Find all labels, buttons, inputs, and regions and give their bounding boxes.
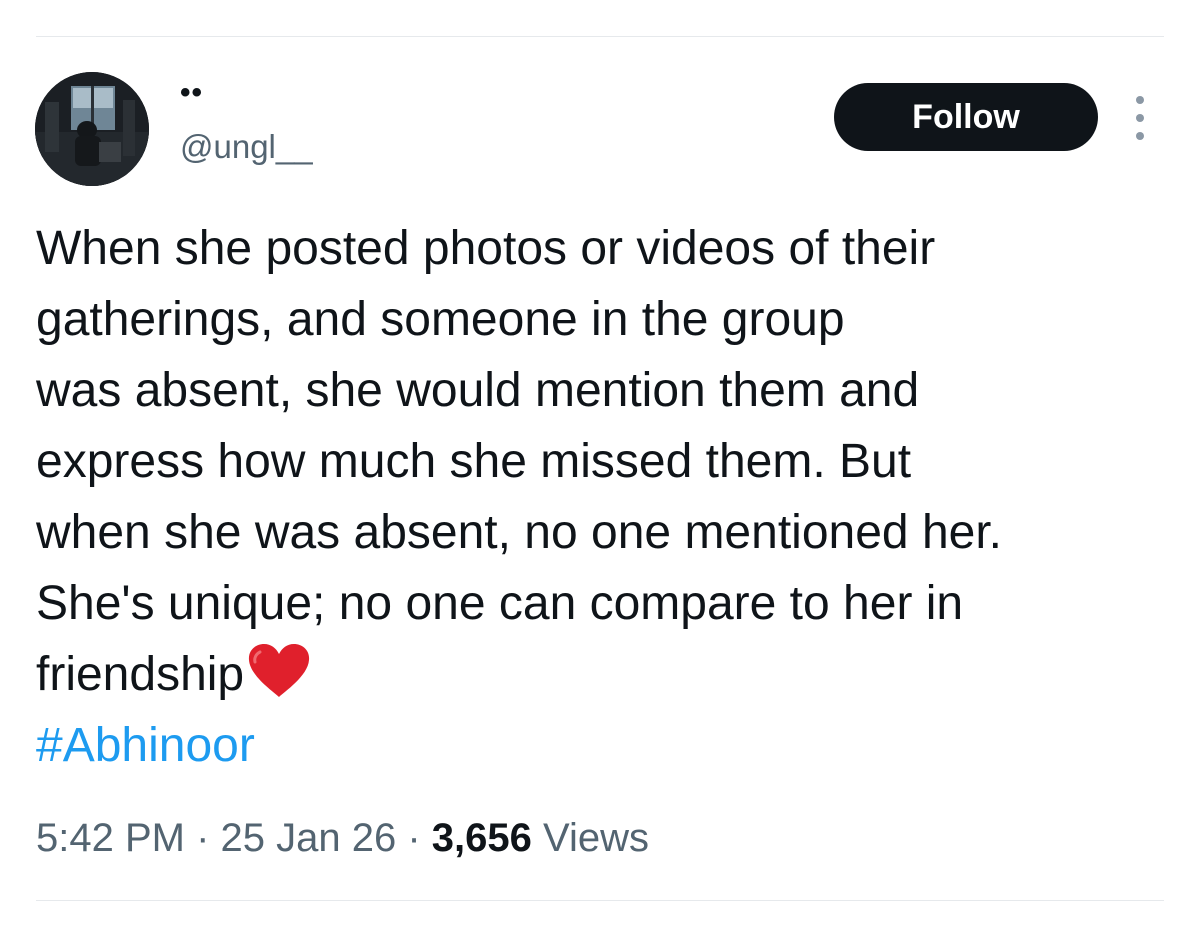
tweet-line: express how much she missed them. But (36, 435, 912, 488)
tweet-line: was absent, she would mention them and (36, 364, 920, 417)
views-label: Views (531, 816, 649, 860)
more-dot (1136, 132, 1144, 140)
tweet-date[interactable]: 25 Jan 26 (221, 816, 397, 860)
tweet-text: When she posted photos or videos of thei… (36, 213, 1176, 781)
avatar-image (35, 72, 149, 186)
red-heart-icon (249, 644, 310, 697)
tweet-time[interactable]: 5:42 PM (36, 816, 185, 860)
more-vertical-icon[interactable] (1126, 96, 1154, 140)
follow-button[interactable]: Follow (834, 83, 1098, 151)
tweet-line: She's unique; no one can compare to her … (36, 577, 964, 630)
user-handle[interactable]: @ungl__ (180, 127, 313, 167)
display-name[interactable]: •• (180, 78, 203, 108)
tweet-line: When she posted photos or videos of thei… (36, 222, 936, 275)
tweet-line: when she was absent, no one mentioned he… (36, 506, 1002, 559)
more-dot (1136, 96, 1144, 104)
tweet-meta: 5:42 PM · 25 Jan 26 · 3,656 Views (36, 812, 649, 864)
tweet-line: gatherings, and someone in the group (36, 293, 845, 346)
tweet-line: friendship (36, 648, 245, 701)
more-dot (1136, 114, 1144, 122)
tweet-last-line: friendship (36, 639, 1176, 710)
avatar[interactable] (35, 72, 149, 186)
views-count: 3,656 (431, 816, 532, 860)
hashtag-link[interactable]: #Abhinoor (36, 710, 1176, 781)
meta-separator: · (396, 816, 432, 860)
bottom-divider (36, 900, 1164, 901)
top-divider (36, 36, 1164, 37)
meta-separator: · (184, 816, 221, 860)
